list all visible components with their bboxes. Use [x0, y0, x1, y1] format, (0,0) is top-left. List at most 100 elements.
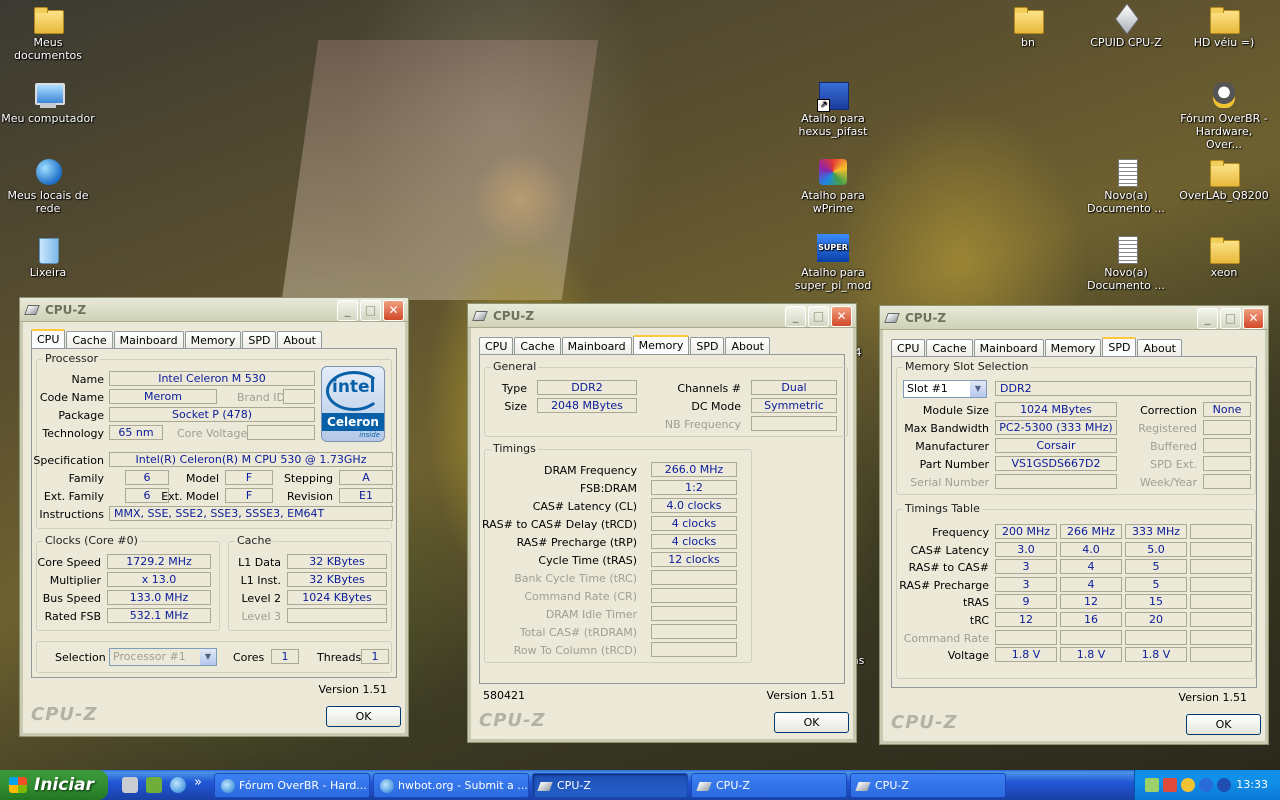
desktop-icon-forum-overbr[interactable]: Fórum OverBR - Hardware, Over... [1176, 80, 1272, 151]
desktop-icon-label: OverLAb_Q8200 [1179, 189, 1269, 202]
desktop-icon-label: Fórum OverBR - Hardware, Over... [1180, 112, 1268, 151]
desktop-icon-meu-computador[interactable]: Meu computador [0, 80, 96, 125]
close-button[interactable]: ✕ [831, 306, 852, 327]
tab-spd[interactable]: SPD [1102, 337, 1137, 358]
timing-value [651, 642, 737, 657]
tab-spd[interactable]: SPD [242, 331, 277, 349]
partnumber-label: Part Number [919, 458, 989, 471]
desktop-icon-hexus-pifast[interactable]: Atalho para hexus_pifast [785, 80, 881, 138]
desktop-icon-wprime[interactable]: Atalho para wPrime [785, 157, 881, 215]
timing-table-cell: 3 [995, 576, 1057, 592]
tab-memory[interactable]: Memory [184, 331, 242, 349]
tab-mainboard[interactable]: Mainboard [973, 339, 1044, 357]
quicklaunch-app-icon[interactable] [146, 777, 162, 793]
title-bar[interactable]: CPU-Z _ □ ✕ [20, 298, 408, 322]
desktop-icon-lixeira[interactable]: Lixeira [0, 234, 96, 279]
desktop-icon-super-pi-mod[interactable]: Atalho para super_pi_mod [785, 234, 881, 292]
update-tray-icon[interactable] [1217, 778, 1231, 792]
tab-about[interactable]: About [725, 337, 770, 355]
desktop-icon-overlab-q8200[interactable]: OverLAb_Q8200 [1176, 157, 1272, 202]
tab-cpu[interactable]: CPU [479, 337, 514, 355]
selection-label: Selection [55, 651, 106, 664]
timing-table-cell: 3.0 [995, 541, 1057, 557]
tab-cache[interactable]: Cache [926, 339, 973, 357]
timing-value: 266.0 MHz [651, 462, 737, 477]
messenger-tray-icon[interactable] [1181, 778, 1195, 792]
weekyear-label: Week/Year [1139, 476, 1197, 489]
desktop-icon-cpuid-cpu-z[interactable]: CPUID CPU-Z [1078, 4, 1174, 49]
tab-cache[interactable]: Cache [514, 337, 561, 355]
title-bar[interactable]: CPU-Z _ □ ✕ [468, 304, 856, 328]
level3-label: Level 3 [241, 610, 281, 623]
taskbar-button-cpuz-2[interactable]: CPU-Z [691, 773, 847, 798]
timing-label: FSB:DRAM [579, 482, 637, 495]
folder-icon [32, 4, 64, 34]
stepping-label: Stepping [283, 472, 333, 485]
group-title: Timings Table [903, 502, 982, 515]
desktop-icon-label: xeon [1210, 266, 1238, 279]
taskbar-button-forum-overbr[interactable]: Fórum OverBR - Hard... [214, 773, 370, 798]
desktop-icon-hd-veiu[interactable]: HD véiu =) [1176, 4, 1272, 49]
taskbar-button-cpuz-1[interactable]: CPU-Z [532, 773, 688, 798]
timing-table-cell [1060, 629, 1122, 645]
cpuz-window-spd[interactable]: CPU-Z _ □ ✕ CPU Cache Mainboard Memory SPD Ab… [880, 306, 1268, 744]
corespeed-label: Core Speed [37, 556, 101, 569]
minimize-button[interactable]: _ [1197, 308, 1218, 329]
intel-celeron-logo: intel Celeron inside [321, 366, 385, 442]
close-button[interactable]: ✕ [1243, 308, 1264, 329]
brandid-label: Brand ID [237, 391, 285, 404]
tab-spd[interactable]: SPD [690, 337, 725, 355]
start-button[interactable]: Iniciar [0, 770, 108, 800]
desktop-icon-meus-locais-de-rede[interactable]: Meus locais de rede [0, 157, 96, 215]
close-button[interactable]: ✕ [383, 300, 404, 321]
dcmode-label: DC Mode [691, 400, 741, 413]
shortcut-icon [817, 80, 849, 112]
quicklaunch-more-chevron[interactable]: » [194, 775, 202, 790]
show-desktop-icon[interactable] [122, 777, 138, 793]
processor-select[interactable]: Processor #1 ▼ [109, 648, 217, 666]
group-title: Clocks (Core #0) [43, 534, 140, 547]
minimize-button[interactable]: _ [785, 306, 806, 327]
package-label: Package [58, 409, 104, 422]
tab-mainboard[interactable]: Mainboard [561, 337, 632, 355]
timing-table-cell [1190, 541, 1252, 557]
desktop-icon-meus-documentos[interactable]: Meus documentos [0, 4, 96, 62]
taskbar-button-hwbot[interactable]: hwbot.org - Submit a ... [373, 773, 529, 798]
maximize-button[interactable]: □ [1220, 308, 1241, 329]
cpuz-window-memory[interactable]: CPU-Z _ □ ✕ CPU Cache Mainboard Memory SPD Ab… [468, 304, 856, 742]
tab-about[interactable]: About [277, 331, 322, 349]
desktop-icon-bn[interactable]: bn [980, 4, 1076, 49]
spd-panel: Memory Slot Selection Slot #1 ▼ DDR2 Mod… [891, 356, 1257, 688]
recycle-bin-icon [32, 234, 64, 264]
desktop-icon-novo-documento-1[interactable]: Novo(a) Documento ... [1078, 157, 1174, 215]
ok-button[interactable]: OK [1186, 714, 1261, 735]
desktop-icon-label: Lixeira [29, 266, 67, 279]
tab-about[interactable]: About [1137, 339, 1182, 357]
maximize-button[interactable]: □ [808, 306, 829, 327]
taskbar-button-cpuz-3[interactable]: CPU-Z [850, 773, 1006, 798]
tab-cpu[interactable]: CPU [891, 339, 926, 357]
desktop-icon-label: Atalho para super_pi_mod [794, 266, 872, 292]
security-alert-tray-icon[interactable] [1163, 778, 1177, 792]
desktop-icon-novo-documento-2[interactable]: Novo(a) Documento ... [1078, 234, 1174, 292]
title-bar[interactable]: CPU-Z _ □ ✕ [880, 306, 1268, 330]
desktop-icon-xeon[interactable]: xeon [1176, 234, 1272, 279]
network-tray-icon[interactable] [1145, 778, 1159, 792]
tab-memory[interactable]: Memory [1044, 339, 1102, 357]
maximize-button[interactable]: □ [360, 300, 381, 321]
minimize-button[interactable]: _ [337, 300, 358, 321]
slot-select[interactable]: Slot #1 ▼ [903, 380, 987, 398]
tab-memory[interactable]: Memory [632, 335, 690, 356]
ok-button[interactable]: OK [326, 706, 401, 727]
taskbar-button-label: CPU-Z [875, 779, 909, 792]
ie-icon[interactable] [170, 777, 186, 793]
ok-button[interactable]: OK [774, 712, 849, 733]
tab-mainboard[interactable]: Mainboard [113, 331, 184, 349]
info-tray-icon[interactable] [1199, 778, 1213, 792]
tab-cpu[interactable]: CPU [31, 329, 66, 350]
tab-cache[interactable]: Cache [66, 331, 113, 349]
timing-table-cell: 20 [1125, 612, 1187, 627]
group-title: Memory Slot Selection [903, 360, 1031, 373]
clock[interactable]: 13:33 [1236, 778, 1268, 791]
cpuz-window-cpu[interactable]: CPU-Z _ □ ✕ CPU Cache Mainboard Memory SPD Ab… [20, 298, 408, 736]
